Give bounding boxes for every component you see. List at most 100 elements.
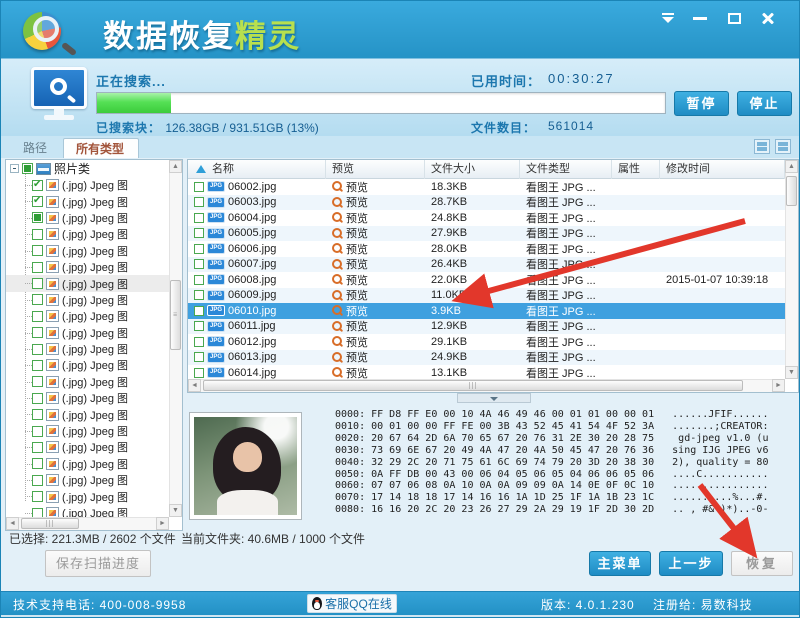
preview-cell[interactable]: 预览 xyxy=(326,226,425,242)
tree-root-checkbox[interactable] xyxy=(22,163,33,174)
file-checkbox[interactable] xyxy=(194,259,204,270)
tree-item-checkbox[interactable] xyxy=(32,261,43,273)
file-row[interactable]: JPG 06011.jpg 预览 12.9KB 看图王 JPG ... xyxy=(188,318,785,335)
file-checkbox[interactable] xyxy=(194,212,204,223)
preview-link[interactable]: 预览 xyxy=(346,319,368,335)
tree-item[interactable]: (.jpg) Jpeg 图 xyxy=(6,423,169,439)
column-header-4[interactable]: 属性 xyxy=(612,160,660,179)
table-scroll-right-icon[interactable]: ► xyxy=(772,379,785,392)
grid-view-icon[interactable] xyxy=(754,139,770,154)
tree-vscroll-thumb[interactable]: ≡ xyxy=(170,280,181,350)
tree-item-checkbox[interactable] xyxy=(32,179,43,191)
file-checkbox[interactable] xyxy=(194,336,204,347)
tree-item[interactable]: (.jpg) Jpeg 图 xyxy=(6,357,169,373)
tree-collapse-icon[interactable] xyxy=(10,164,19,173)
column-header-3[interactable]: 文件类型 xyxy=(520,160,612,179)
tree-item[interactable]: (.jpg) Jpeg 图 xyxy=(6,275,169,292)
tree-item-checkbox[interactable] xyxy=(32,195,43,208)
tree-item-checkbox[interactable] xyxy=(32,310,43,322)
preview-cell[interactable]: 预览 xyxy=(326,365,425,379)
file-checkbox[interactable] xyxy=(194,367,204,378)
tree-item[interactable]: (.jpg) Jpeg 图 xyxy=(6,243,169,259)
column-header-5[interactable]: 修改时间 xyxy=(660,160,785,179)
file-row[interactable]: JPG 06006.jpg 预览 28.0KB 看图王 JPG ... xyxy=(188,241,785,257)
tree-item[interactable]: (.jpg) Jpeg 图 xyxy=(6,210,169,226)
tree-item[interactable]: (.jpg) Jpeg 图 xyxy=(6,259,169,275)
tree-item-checkbox[interactable] xyxy=(32,278,43,290)
tree-item-checkbox[interactable] xyxy=(32,343,43,355)
tree-item[interactable]: (.jpg) Jpeg 图 xyxy=(6,406,169,422)
file-row[interactable]: JPG 06008.jpg 预览 22.0KB 看图王 JPG ... 2015-01-0… xyxy=(188,272,785,288)
file-checkbox[interactable] xyxy=(194,290,204,301)
file-row[interactable]: JPG 06009.jpg 预览 11.0KB 看图王 JPG ... xyxy=(188,287,785,304)
close-icon[interactable] xyxy=(759,10,777,26)
column-header-2[interactable]: 文件大小 xyxy=(425,160,520,179)
tree-item-checkbox[interactable] xyxy=(32,376,43,388)
preview-cell[interactable]: 预览 xyxy=(326,319,425,335)
tree-item-checkbox[interactable] xyxy=(32,474,43,486)
file-row[interactable]: JPG 06014.jpg 预览 13.1KB 看图王 JPG ... xyxy=(188,365,785,379)
file-checkbox[interactable] xyxy=(194,352,204,363)
file-row[interactable]: JPG 06013.jpg 预览 24.9KB 看图王 JPG ... xyxy=(188,349,785,366)
tree-item-checkbox[interactable] xyxy=(32,458,43,470)
tree-item[interactable]: (.jpg) Jpeg 图 xyxy=(6,226,169,242)
tree-item-checkbox[interactable] xyxy=(32,294,43,306)
tree-item[interactable]: (.jpg) Jpeg 图 xyxy=(6,488,169,504)
back-button[interactable]: 上一步 xyxy=(659,551,723,576)
tree-item-checkbox[interactable] xyxy=(32,507,43,517)
tree-item[interactable]: (.jpg) Jpeg 图 xyxy=(6,439,169,455)
maximize-icon[interactable] xyxy=(725,10,743,26)
preview-cell[interactable]: 预览 xyxy=(326,288,425,304)
preview-link[interactable]: 预览 xyxy=(346,272,368,288)
collapse-window-icon[interactable] xyxy=(659,10,677,26)
tree-item[interactable]: (.jpg) Jpeg 图 xyxy=(6,341,169,357)
file-checkbox[interactable] xyxy=(194,197,204,208)
file-row[interactable]: JPG 06002.jpg 预览 18.3KB 看图王 JPG ... xyxy=(188,179,785,195)
tree-item-checkbox[interactable] xyxy=(32,212,43,224)
tree-scroll-down-icon[interactable]: ▼ xyxy=(169,504,182,517)
preview-link[interactable]: 预览 xyxy=(346,241,368,257)
tree-item-checkbox[interactable] xyxy=(32,491,43,503)
tree-item-checkbox[interactable] xyxy=(32,425,43,437)
preview-cell[interactable]: 预览 xyxy=(326,303,425,319)
stop-button[interactable]: 停止 xyxy=(737,91,792,116)
pause-button[interactable]: 暂停 xyxy=(674,91,729,116)
file-checkbox[interactable] xyxy=(194,321,204,332)
table-scroll-down-icon[interactable]: ▼ xyxy=(785,366,798,379)
preview-link[interactable]: 预览 xyxy=(346,226,368,242)
tab-path[interactable]: 路径 xyxy=(11,138,59,158)
tree-item[interactable]: (.jpg) Jpeg 图 xyxy=(6,292,169,308)
preview-splitter-handle[interactable] xyxy=(457,393,531,403)
tree-item[interactable]: (.jpg) Jpeg 图 xyxy=(6,456,169,472)
tree-item[interactable]: (.jpg) Jpeg 图 xyxy=(6,325,169,341)
file-checkbox[interactable] xyxy=(194,243,204,254)
file-checkbox[interactable] xyxy=(194,228,204,239)
tree-root-photos[interactable]: 照片类 xyxy=(6,160,169,177)
preview-link[interactable]: 预览 xyxy=(346,350,368,366)
preview-cell[interactable]: 预览 xyxy=(326,210,425,226)
preview-cell[interactable]: 预览 xyxy=(326,195,425,211)
tree-item[interactable]: (.jpg) Jpeg 图 xyxy=(6,308,169,324)
tree-item-checkbox[interactable] xyxy=(32,228,43,240)
preview-cell[interactable]: 预览 xyxy=(326,257,425,273)
table-scroll-left-icon[interactable]: ◄ xyxy=(188,379,201,392)
file-row[interactable]: JPG 06004.jpg 预览 24.8KB 看图王 JPG ... xyxy=(188,210,785,226)
qq-support-button[interactable]: 客服QQ在线 xyxy=(307,594,397,613)
detail-view-icon[interactable] xyxy=(775,139,791,154)
file-checkbox[interactable] xyxy=(194,181,204,192)
preview-link[interactable]: 预览 xyxy=(346,195,368,211)
file-row[interactable]: JPG 06003.jpg 预览 28.7KB 看图王 JPG ... xyxy=(188,194,785,211)
file-row[interactable]: JPG 06007.jpg 预览 26.4KB 看图王 JPG ... xyxy=(188,256,785,273)
preview-link[interactable]: 预览 xyxy=(346,334,368,350)
tree-item[interactable]: (.jpg) Jpeg 图 xyxy=(6,193,169,209)
tree-item[interactable]: (.jpg) Jpeg 图 xyxy=(6,177,169,193)
tree-item[interactable]: (.jpg) Jpeg 图 xyxy=(6,374,169,390)
table-hscroll-thumb[interactable]: ||| xyxy=(203,380,743,391)
preview-link[interactable]: 预览 xyxy=(346,365,368,379)
minimize-icon[interactable] xyxy=(691,10,709,26)
column-header-1[interactable]: 预览 xyxy=(326,160,425,179)
preview-link[interactable]: 预览 xyxy=(346,179,368,195)
tree-item-checkbox[interactable] xyxy=(32,245,43,257)
tree-item-checkbox[interactable] xyxy=(32,359,43,371)
file-row[interactable]: JPG 06005.jpg 预览 27.9KB 看图王 JPG ... xyxy=(188,225,785,242)
